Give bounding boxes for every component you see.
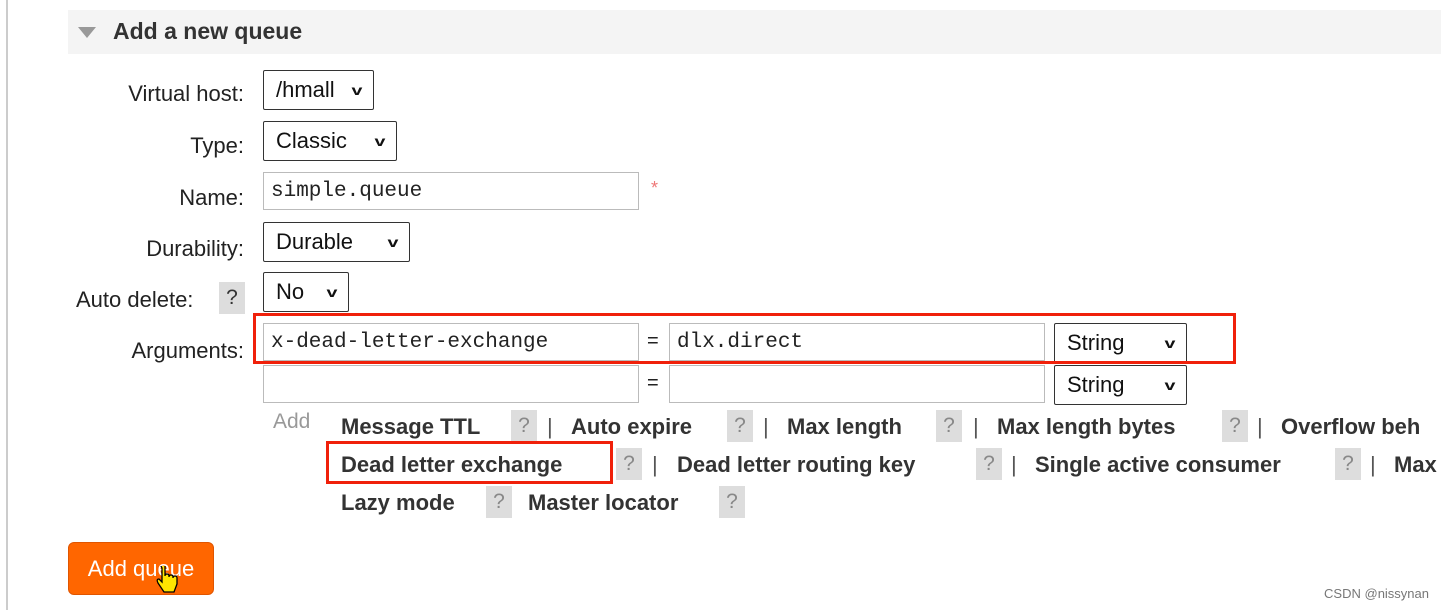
section-title: Add a new queue xyxy=(113,18,303,44)
help-icon[interactable]: ? xyxy=(936,410,962,442)
chevron-down-icon: v xyxy=(351,82,363,98)
separator: | xyxy=(763,414,769,439)
equals-sign: = xyxy=(647,372,659,394)
argument-key-input-2[interactable] xyxy=(263,365,639,403)
highlight-box-argument xyxy=(253,313,1236,364)
shortcut-overflow-behaviour[interactable]: Overflow beh xyxy=(1281,414,1420,440)
highlight-box-dead-letter-exchange xyxy=(326,441,613,484)
add-queue-button[interactable]: Add queue xyxy=(68,542,214,595)
separator: | xyxy=(1257,414,1263,439)
separator: | xyxy=(1011,452,1017,477)
separator: | xyxy=(1370,452,1376,477)
argument-value-input-2[interactable] xyxy=(669,365,1045,403)
help-icon[interactable]: ? xyxy=(719,486,745,518)
argument-type-select-2[interactable]: String v xyxy=(1054,365,1187,405)
separator: | xyxy=(547,414,553,439)
auto-delete-help[interactable]: ? xyxy=(219,282,245,314)
virtual-host-label: Virtual host: xyxy=(128,81,244,106)
shortcut-max-length[interactable]: Max length xyxy=(787,414,902,440)
type-value: Classic xyxy=(276,128,347,153)
durability-select[interactable]: Durable v xyxy=(263,222,410,262)
argument-type-value: String xyxy=(1067,372,1125,397)
hand-cursor-icon xyxy=(156,566,178,593)
type-select[interactable]: Classic v xyxy=(263,121,397,161)
separator: | xyxy=(973,414,979,439)
shortcut-message-ttl[interactable]: Message TTL xyxy=(341,414,480,440)
shortcut-lazy-mode[interactable]: Lazy mode xyxy=(341,490,455,516)
arguments-label: Arguments: xyxy=(131,338,245,363)
durability-label: Durability: xyxy=(146,236,244,261)
name-label: Name: xyxy=(179,185,244,210)
chevron-down-icon: v xyxy=(326,284,338,300)
help-icon[interactable]: ? xyxy=(511,410,537,442)
chevron-down-icon: v xyxy=(1164,377,1176,393)
shortcut-master-locator[interactable]: Master locator xyxy=(528,490,678,516)
collapse-triangle-icon[interactable] xyxy=(78,27,96,38)
shortcut-auto-expire[interactable]: Auto expire xyxy=(571,414,692,440)
watermark: CSDN @nissynan xyxy=(1324,586,1429,601)
help-icon[interactable]: ? xyxy=(976,448,1002,480)
auto-delete-label: Auto delete: xyxy=(76,287,194,312)
required-mark: * xyxy=(651,178,659,198)
chevron-down-icon: v xyxy=(387,234,399,250)
durability-value: Durable xyxy=(276,229,354,254)
help-icon[interactable]: ? xyxy=(1222,410,1248,442)
help-icon[interactable]: ? xyxy=(1335,448,1361,480)
help-icon[interactable]: ? xyxy=(727,410,753,442)
shortcut-max-priority[interactable]: Max xyxy=(1394,452,1437,478)
virtual-host-select[interactable]: /hmall v xyxy=(263,70,374,110)
shortcut-max-length-bytes[interactable]: Max length bytes xyxy=(997,414,1175,440)
auto-delete-select[interactable]: No v xyxy=(263,272,349,312)
separator: | xyxy=(652,452,658,477)
shortcut-single-active-consumer[interactable]: Single active consumer xyxy=(1035,452,1281,478)
add-label: Add xyxy=(273,410,311,433)
name-input[interactable]: simple.queue xyxy=(263,172,639,210)
help-icon[interactable]: ? xyxy=(616,448,642,480)
shortcut-dead-letter-routing-key[interactable]: Dead letter routing key xyxy=(677,452,915,478)
help-icon[interactable]: ? xyxy=(486,486,512,518)
virtual-host-value: /hmall xyxy=(276,77,335,102)
chevron-down-icon: v xyxy=(374,133,386,149)
auto-delete-value: No xyxy=(276,279,305,304)
type-label: Type: xyxy=(190,133,244,158)
